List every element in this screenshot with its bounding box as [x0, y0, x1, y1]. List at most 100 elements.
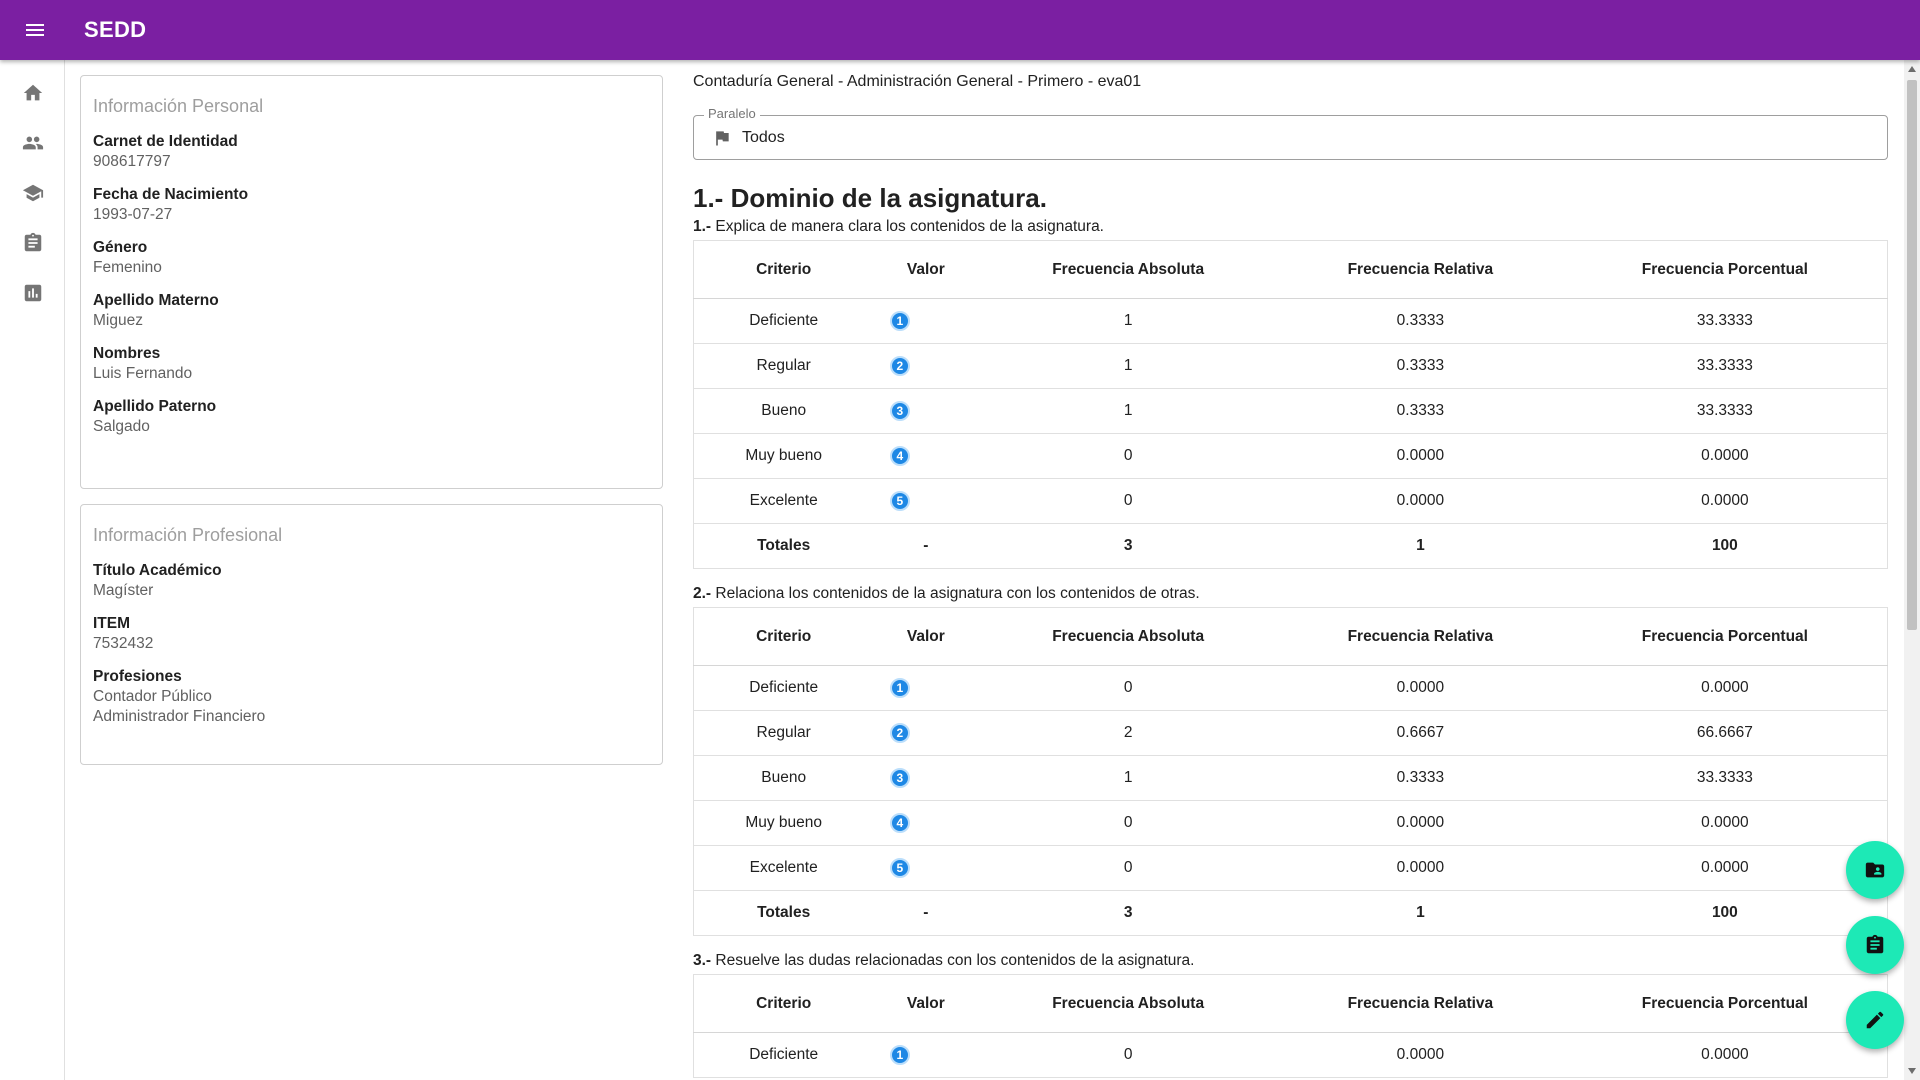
table-cell: Bueno: [693, 755, 874, 801]
value-badge: 1: [889, 678, 910, 698]
table-cell: 0.3333: [1278, 755, 1563, 801]
professional-info-card: Información Profesional Título Académico…: [80, 504, 663, 765]
fab-assignment[interactable]: [1846, 916, 1904, 974]
value-cell: 1: [873, 298, 979, 344]
totals-cell: 100: [1562, 890, 1888, 936]
value-cell: 3: [873, 755, 979, 801]
field-label: Fecha de Nacimiento: [93, 186, 249, 203]
totals-cell: Totales: [693, 890, 874, 936]
column-header: Frecuencia Porcentual: [1562, 607, 1888, 666]
field-value: Luis Fernando: [93, 365, 193, 382]
table-cell: 0: [978, 478, 1278, 524]
scroll-up-arrow[interactable]: [1908, 66, 1916, 72]
people-icon: [22, 136, 43, 150]
scroll-thumb[interactable]: [1907, 80, 1917, 630]
menu-button[interactable]: [0, 0, 70, 60]
table-cell: 33.3333: [1562, 298, 1888, 344]
nav-home[interactable]: [0, 68, 65, 118]
table-cell: 0.0000: [1562, 665, 1888, 711]
value-cell: 4: [873, 800, 979, 846]
value-badge: 4: [889, 446, 910, 466]
column-header: Frecuencia Absoluta: [978, 240, 1278, 299]
table-row: Muy bueno 4 0 0.0000 0.0000: [693, 433, 1888, 479]
table-cell: 0.0000: [1278, 1032, 1563, 1078]
value-cell: 1: [873, 1032, 979, 1078]
select-value: Todos: [742, 128, 785, 146]
table-cell: 0: [978, 433, 1278, 479]
table-cell: 33.3333: [1562, 343, 1888, 389]
field-birthdate: Fecha de Nacimiento 1993-07-27: [93, 184, 650, 225]
fab-edit[interactable]: [1846, 991, 1904, 1049]
question-number: 3.-: [693, 952, 712, 969]
edit-icon: [1866, 1011, 1884, 1029]
table-header-row: Criterio Valor Frecuencia Absoluta Frecuenc…: [693, 974, 1888, 1033]
navigation-rail: [0, 60, 65, 1080]
column-header: Frecuencia Absoluta: [978, 974, 1278, 1033]
scroll-down-arrow[interactable]: [1908, 1068, 1916, 1074]
nav-people[interactable]: [0, 118, 65, 168]
value-badge: 3: [889, 768, 910, 788]
field-paternal-surname: Apellido Paterno Salgado: [93, 396, 650, 437]
table-cell: 1: [978, 298, 1278, 344]
question-block: 2.- Relaciona los contenidos de la asign…: [693, 583, 1888, 936]
value-cell: 3: [873, 388, 979, 434]
table-cell: 0: [978, 1032, 1278, 1078]
questions-list: 1.- Explica de manera clara los contenid…: [693, 216, 1888, 1078]
table-cell: Muy bueno: [693, 433, 874, 479]
table-cell: Bueno: [693, 388, 874, 434]
column-header: Frecuencia Relativa: [1278, 974, 1563, 1033]
field-label: ITEM: [93, 615, 131, 632]
value-badge: 3: [889, 401, 910, 421]
app-bar: SEDD: [0, 0, 1920, 60]
totals-cell: 100: [1562, 523, 1888, 569]
totals-cell: 3: [978, 523, 1278, 569]
paralelo-select[interactable]: Paralelo Todos: [693, 106, 1888, 160]
assignment-icon: [1866, 934, 1884, 954]
left-panel: Información Personal Carnet de Identidad…: [80, 75, 663, 780]
table-cell: 33.3333: [1562, 388, 1888, 434]
table-cell: 0.0000: [1562, 800, 1888, 846]
value-badge: 1: [889, 1045, 910, 1065]
nav-reports[interactable]: [0, 268, 65, 318]
scrollbar[interactable]: [1904, 60, 1920, 1080]
table-row: Deficiente 1 0 0.0000 0.0000: [693, 665, 1888, 711]
field-value: 1993-07-27: [93, 206, 173, 223]
value-cell: 2: [873, 710, 979, 756]
table-cell: Deficiente: [693, 1032, 874, 1078]
home-icon: [23, 84, 42, 101]
field-label: Título Académico: [93, 562, 222, 579]
table-row: Deficiente 1 1 0.3333 33.3333: [693, 298, 1888, 344]
personal-info-card: Información Personal Carnet de Identidad…: [80, 75, 663, 489]
table-cell: Muy bueno: [693, 800, 874, 846]
table-row: Bueno 3 1 0.3333 33.3333: [693, 388, 1888, 434]
table-header-row: Criterio Valor Frecuencia Absoluta Frecuenc…: [693, 607, 1888, 666]
field-names: Nombres Luis Fernando: [93, 343, 650, 384]
field-label: Nombres: [93, 345, 161, 362]
nav-school[interactable]: [0, 168, 65, 218]
table-cell: 0.0000: [1562, 433, 1888, 479]
breadcrumb: Contaduría General - Administración Gene…: [693, 73, 1142, 90]
fab-folder-shared[interactable]: [1846, 841, 1904, 899]
table-cell: 0.0000: [1278, 478, 1563, 524]
table-cell: Deficiente: [693, 298, 874, 344]
select-label: Paralelo: [704, 106, 760, 121]
table-row: Regular 2 2 0.6667 66.6667: [693, 710, 1888, 756]
question-label: Resuelve las dudas relacionadas con los …: [711, 952, 1195, 969]
table-row: Excelente 5 0 0.0000 0.0000: [693, 845, 1888, 891]
question-text: 3.- Resuelve las dudas relacionadas con …: [693, 950, 1888, 972]
totals-cell: 1: [1278, 523, 1563, 569]
column-header: Criterio: [693, 607, 874, 666]
table-header-row: Criterio Valor Frecuencia Absoluta Frecuenc…: [693, 240, 1888, 299]
table-cell: 0.0000: [1278, 665, 1563, 711]
app-title: SEDD: [84, 17, 147, 42]
field-label: Apellido Materno: [93, 292, 219, 309]
nav-assignment[interactable]: [0, 218, 65, 268]
table-cell: 0: [978, 665, 1278, 711]
table-cell: 0.0000: [1562, 1032, 1888, 1078]
field-value: 908617797: [93, 153, 171, 170]
table-cell: 0.3333: [1278, 388, 1563, 434]
menu-icon: [26, 24, 44, 36]
table-cell: 0.3333: [1278, 298, 1563, 344]
column-header: Frecuencia Absoluta: [978, 607, 1278, 666]
section-title: 1.- Dominio de la asignatura.: [693, 183, 1047, 213]
